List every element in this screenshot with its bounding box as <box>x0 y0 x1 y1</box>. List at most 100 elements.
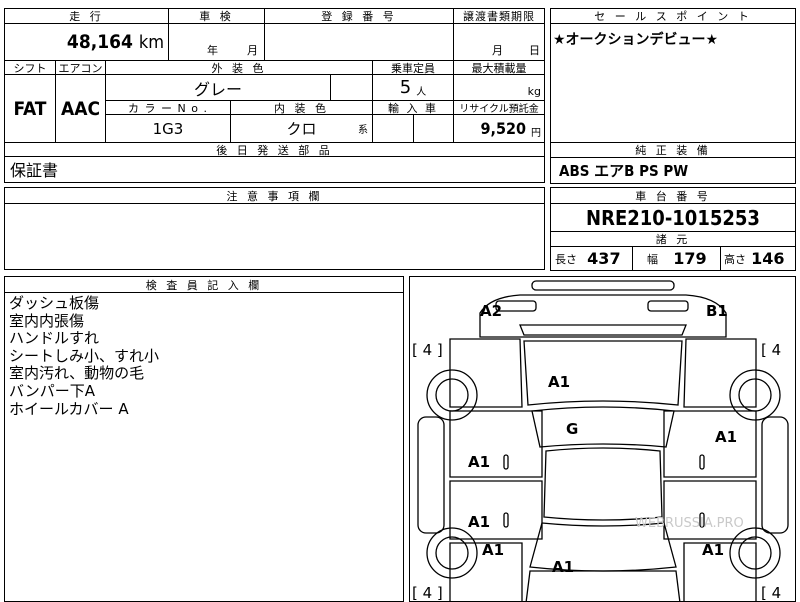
mark-bonnet: A1 <box>548 373 570 391</box>
mark-front-left: A2 <box>480 302 502 320</box>
notes-header: 注 意 事 項 欄 <box>5 188 544 203</box>
left-front-door <box>449 410 543 478</box>
tire-tread-bottom-left: [ 4 ] <box>412 584 443 602</box>
colorno-header: カ ラ ー N o . <box>128 101 208 115</box>
watermark: WEBRUSSIA.PRO <box>635 516 744 531</box>
later-parts-value: 保証書 <box>10 161 59 180</box>
mark-front-right: B1 <box>706 302 728 320</box>
car-diagram-box: WEBRUSSIA.PRO A2 B1 A1 G A1 A1 A1 A1 A1 … <box>409 276 796 602</box>
mark-trunk: A1 <box>552 558 574 576</box>
tire-tread-bottom-right: [ 4 <box>761 584 781 602</box>
chassis-header: 車 台 番 号 <box>551 188 795 203</box>
mileage-value: 48,164 km <box>5 24 168 60</box>
tire-front-right-outer <box>729 369 781 421</box>
trunk-panel <box>525 570 681 601</box>
width-label: 幅 <box>647 252 658 266</box>
door-handle <box>503 454 509 470</box>
mileage-unit: km <box>138 31 164 53</box>
transfer-day: 日 <box>529 44 540 57</box>
import-header: 輸 入 車 <box>388 101 438 115</box>
roof-panel <box>543 447 663 521</box>
inspector-note: バンパー下A <box>9 381 96 400</box>
grille <box>519 324 687 336</box>
recycle-number: 9,520 <box>480 119 526 138</box>
mark-right-front-fender: A1 <box>715 428 737 446</box>
mileage-header: 走 行 <box>5 9 168 23</box>
ac-value: AAC <box>60 97 100 120</box>
sales-point-text: ★オークションデビュー★ <box>553 32 719 48</box>
shift-header: シフト <box>13 61 47 75</box>
exterior-header: 外 装 色 <box>106 61 372 74</box>
capacity-unit: 人 <box>416 87 427 98</box>
vehicle-info-table: 走 行 車 検 登 録 番 号 譲渡書類期限 48,164 km 年 月 月 日… <box>4 8 545 183</box>
interior-value: クロ 系 <box>231 115 372 142</box>
tire-rear-right-outer <box>729 527 781 579</box>
height-label: 高さ <box>724 252 746 266</box>
chassis-box: 車 台 番 号 NRE210-1015253 諸 元 長さ 437 幅 179 … <box>550 187 796 271</box>
door-handle <box>699 454 705 470</box>
interior-suffix: 系 <box>358 125 368 136</box>
transfer-deadline-header: 譲渡書類期限 <box>463 10 535 23</box>
inspector-note: ダッシュ板傷 <box>9 294 100 312</box>
shift-value: FAT <box>13 97 47 120</box>
car-damage-diagram: WEBRUSSIA.PRO A2 B1 A1 G A1 A1 A1 A1 A1 … <box>412 280 789 602</box>
mark-right-rear-fender: A1 <box>702 541 724 559</box>
inspector-note: シートしみ小、すれ小 <box>9 346 160 365</box>
tire-tread-top-left: [ 4 ] <box>412 341 443 359</box>
capacity-header: 乗車定員 <box>391 61 435 75</box>
colorno-value: 1G3 <box>152 119 184 138</box>
equipment-box: 純 正 装 備 ABS エアB PS PW <box>550 142 796 184</box>
mark-left-rear-door: A1 <box>468 513 490 531</box>
tire-rear-left-outer <box>426 527 478 579</box>
ac-header: エアコン <box>58 61 103 75</box>
length-value: 437 <box>587 249 621 268</box>
tire-rear-right-inner <box>738 536 772 570</box>
inspector-note: 室内内張傷 <box>9 311 85 330</box>
tire-rear-left-inner <box>435 536 469 570</box>
mark-windshield: G <box>566 420 578 438</box>
inspector-box: 検 査 員 記 入 欄 ダッシュ板傷 室内内張傷 ハンドルすれ シートしみ小、す… <box>4 276 404 602</box>
spec-header: 諸 元 <box>551 232 795 246</box>
inspector-notes-list: ダッシュ板傷 室内内張傷 ハンドルすれ シートしみ小、すれ小 室内汚れ、動物の毛… <box>9 294 160 418</box>
sales-point-header: セ ー ル ス ポ イ ン ト <box>551 9 795 23</box>
height-value: 146 <box>751 249 785 268</box>
load-unit: kg <box>527 85 541 98</box>
width-value: 179 <box>673 249 707 268</box>
chassis-number: NRE210-1015253 <box>586 205 760 230</box>
equipment-header: 純 正 装 備 <box>551 143 795 157</box>
sales-point-box: セ ー ル ス ポ イ ン ト ★オークションデビュー★ <box>550 8 796 143</box>
capacity-value: 5 人 <box>373 75 453 100</box>
tire-tread-top-right: [ 4 <box>761 341 781 359</box>
inspector-header: 検 査 員 記 入 欄 <box>5 277 403 292</box>
notes-box: 注 意 事 項 欄 <box>4 187 545 270</box>
mark-left-front-door: A1 <box>468 453 490 471</box>
left-front-fender <box>449 338 523 408</box>
length-spec: 長さ 437 <box>555 247 630 270</box>
recycle-value: 9,520 円 <box>454 115 544 142</box>
front-bumper-bar <box>531 280 675 291</box>
inspector-note: ハンドルすれ <box>9 329 100 348</box>
inspection-month: 月 <box>247 44 258 57</box>
length-label: 長さ <box>555 252 577 266</box>
right-front-door <box>663 410 757 478</box>
interior-header: 内 装 色 <box>231 101 372 114</box>
right-headlight <box>647 300 689 312</box>
tire-front-left-inner <box>435 378 469 412</box>
door-handle <box>503 512 509 528</box>
tire-front-right-inner <box>738 378 772 412</box>
windshield-panel <box>531 406 675 448</box>
mileage-number: 48,164 <box>66 31 133 53</box>
inspection-header: 車 検 <box>169 9 264 23</box>
recycle-unit: 円 <box>531 128 541 139</box>
recycle-header: リサイクル預託金 <box>459 104 539 114</box>
width-spec: 幅 179 <box>647 247 719 270</box>
transfer-month: 月 <box>492 44 503 57</box>
inspection-year: 年 <box>207 44 218 57</box>
exterior-value: グレー <box>193 79 242 99</box>
capacity-number: 5 <box>399 77 412 98</box>
registration-header: 登 録 番 号 <box>265 9 453 23</box>
right-side-skirt <box>761 416 789 534</box>
interior-color: クロ <box>286 120 317 138</box>
inspector-note: ホイールカバー A <box>9 399 129 418</box>
equipment-value: ABS エアB PS PW <box>559 162 689 180</box>
